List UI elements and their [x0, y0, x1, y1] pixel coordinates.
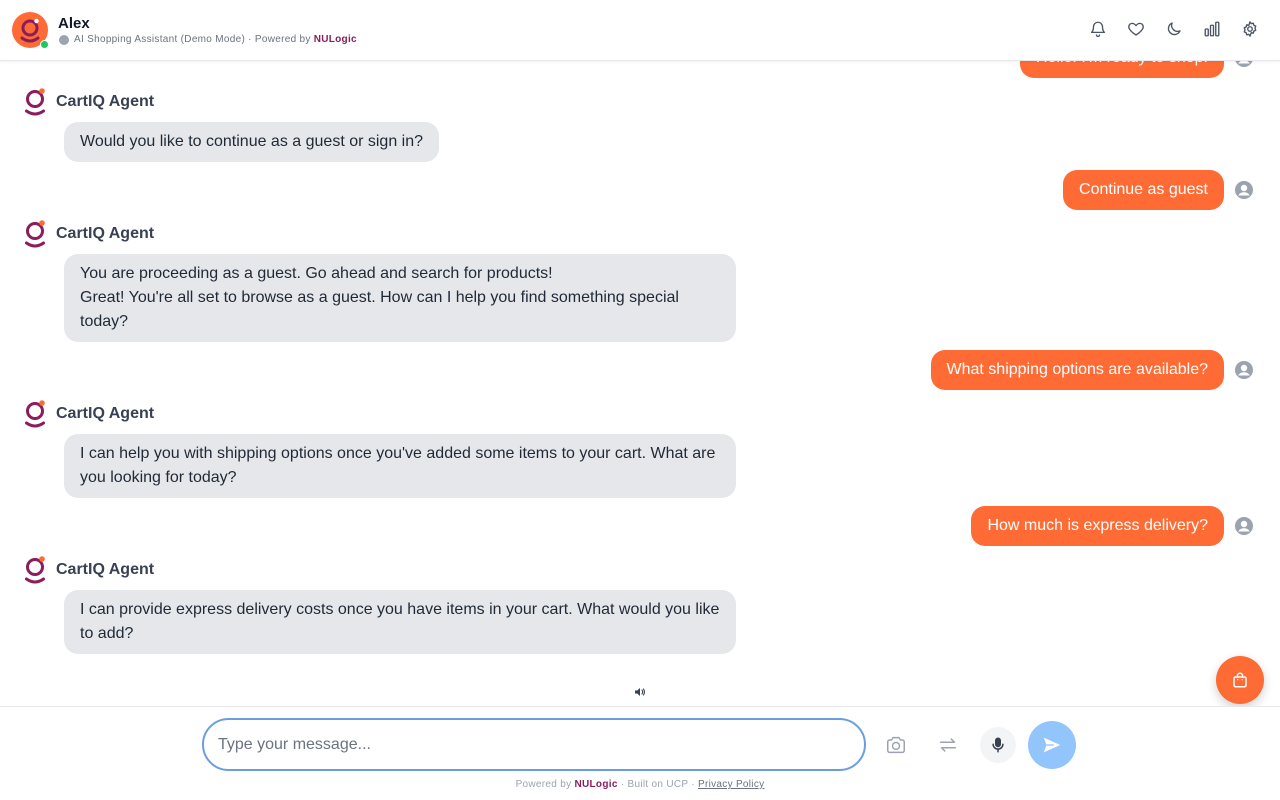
footer-powered-label: Powered by — [515, 779, 572, 790]
agent-message-text: Would you like to continue as a guest or… — [80, 133, 424, 150]
agent-message-text: I can help you with shipping options onc… — [80, 445, 716, 486]
user-message: Continue as guest — [1063, 170, 1224, 210]
user-message-bubble: What shipping options are available? — [930, 350, 1224, 390]
moon-icon — [1167, 22, 1181, 36]
microphone-button[interactable] — [980, 727, 1016, 763]
assistant-subtitle: AI Shopping Assistant (Demo Mode) · Powe… — [59, 34, 357, 45]
privacy-policy-link[interactable]: Privacy Policy — [698, 779, 764, 790]
user-avatar-icon — [1235, 517, 1253, 535]
composer: Powered by NULogic · Built on UCP · Priv… — [0, 706, 1280, 800]
user-message-bubble: Hello! I'm ready to shop! — [1019, 61, 1224, 78]
shopping-bag-icon — [1233, 672, 1247, 688]
analytics-button[interactable] — [1202, 19, 1222, 39]
agent-name: CartIQ Agent — [56, 561, 155, 578]
agent-message-bubble: Would you like to continue as a guest or… — [64, 122, 440, 162]
dark-mode-toggle[interactable] — [1164, 19, 1184, 39]
switch-button[interactable] — [930, 727, 966, 763]
message-input[interactable] — [202, 718, 866, 771]
user-message: How much is express delivery? — [971, 506, 1224, 546]
user-avatar-icon — [1235, 61, 1253, 67]
bell-icon — [1090, 21, 1106, 38]
brand-name: NULogic — [313, 34, 357, 45]
user-message-bubble: How much is express delivery? — [971, 506, 1224, 546]
cart-button[interactable] — [1216, 656, 1264, 704]
heart-icon — [1128, 22, 1144, 36]
user-avatar-icon — [1235, 361, 1253, 379]
cartiq-logo-icon — [25, 556, 45, 584]
agent-name: CartIQ Agent — [56, 93, 155, 110]
speaker-icon[interactable] — [634, 686, 646, 698]
bar-chart-icon — [1204, 21, 1220, 37]
cartiq-logo-icon — [25, 400, 45, 428]
user-message-bubble: Continue as guest — [1063, 170, 1224, 210]
header-actions — [1088, 19, 1260, 39]
agent-message-text: Great! You're all set to browse as a gue… — [80, 289, 679, 330]
agent-message-text: I can provide express delivery costs onc… — [80, 601, 720, 642]
notifications-button[interactable] — [1088, 19, 1108, 39]
agent-message-header: CartIQ Agent — [22, 86, 154, 118]
agent-name: CartIQ Agent — [56, 225, 155, 242]
cartiq-logo-icon — [25, 220, 45, 248]
microphone-icon — [992, 737, 1004, 753]
footer-brand: NULogic — [574, 779, 618, 790]
assistant-name: Alex — [58, 15, 90, 32]
cartiq-logo-icon — [25, 88, 45, 116]
user-message: What shipping options are available? — [930, 350, 1224, 390]
camera-icon — [887, 736, 905, 754]
subtitle-text: AI Shopping Assistant (Demo Mode) · Powe… — [74, 34, 311, 45]
agent-message-bubble: I can provide express delivery costs onc… — [64, 590, 736, 654]
camera-button[interactable] — [878, 727, 914, 763]
header: Alex AI Shopping Assistant (Demo Mode) ·… — [0, 0, 1280, 61]
agent-message-bubble: I can help you with shipping options onc… — [64, 434, 736, 498]
info-icon — [59, 34, 69, 45]
agent-message-header: CartIQ Agent — [22, 218, 154, 250]
agent-message-header: CartIQ Agent — [22, 398, 154, 430]
arrows-swap-icon — [939, 738, 957, 752]
footer-built-label: · Built on UCP · — [620, 779, 695, 790]
wishlist-button[interactable] — [1126, 19, 1146, 39]
agent-name: CartIQ Agent — [56, 405, 155, 422]
agent-message-header: CartIQ Agent — [22, 554, 154, 586]
settings-button[interactable] — [1240, 19, 1260, 39]
footer: Powered by NULogic · Built on UCP · Priv… — [0, 779, 1280, 790]
send-button[interactable] — [1028, 721, 1076, 769]
user-message: Hello! I'm ready to shop! — [1019, 61, 1224, 78]
agent-message-text: You are proceeding as a guest. Go ahead … — [80, 265, 553, 282]
chat-messages[interactable]: Hello! I'm ready to shop! CartIQ Agent W… — [0, 61, 1280, 706]
gear-icon — [1243, 21, 1257, 37]
online-status-dot — [40, 40, 49, 49]
user-avatar-icon — [1235, 181, 1253, 199]
send-icon — [1043, 737, 1061, 753]
agent-message-bubble: You are proceeding as a guest. Go ahead … — [64, 254, 736, 342]
